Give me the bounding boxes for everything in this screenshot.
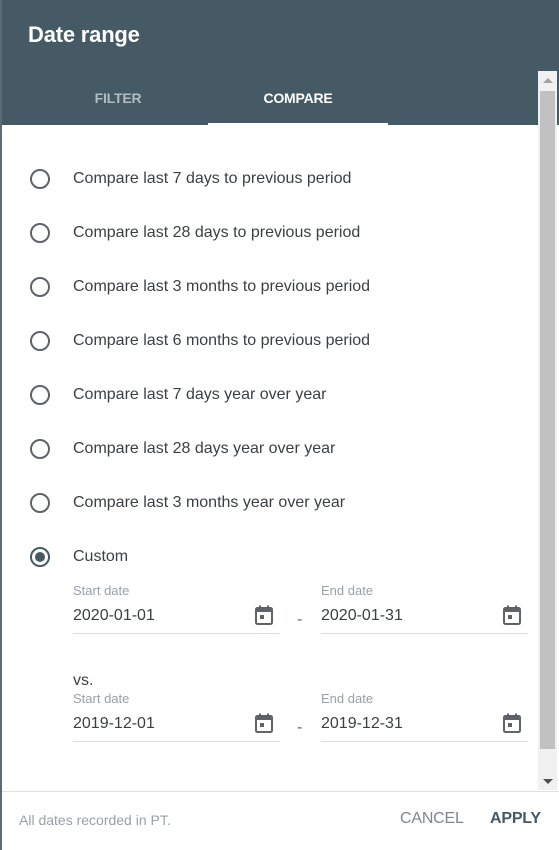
radio-button[interactable]: [30, 169, 50, 189]
option-label: Compare last 7 days year over year: [73, 386, 327, 403]
option-last-28-days-yoy[interactable]: Compare last 28 days year over year: [28, 434, 335, 464]
start-date-label: Start date: [73, 691, 130, 706]
compare-end-date-field[interactable]: End date 2019-12-31: [321, 691, 528, 747]
compare-start-date-field[interactable]: Start date 2019-12-01: [73, 691, 280, 747]
option-label: Compare last 28 days year over year: [73, 440, 336, 457]
radio-button[interactable]: [30, 277, 50, 297]
cancel-button[interactable]: CANCEL: [400, 810, 464, 828]
field-underline: [321, 633, 528, 634]
option-last-3-months-previous[interactable]: Compare last 3 months to previous period: [28, 272, 370, 302]
range-separator: -: [297, 611, 303, 628]
scroll-up-button[interactable]: [538, 71, 557, 89]
start-date-value[interactable]: 2020-01-01: [73, 607, 155, 625]
option-last-28-days-previous[interactable]: Compare last 28 days to previous period: [28, 218, 360, 248]
window-edge: [0, 0, 2, 850]
field-underline: [73, 633, 280, 634]
option-label: Compare last 7 days to previous period: [73, 170, 352, 187]
radio-button[interactable]: [30, 493, 50, 513]
option-label: Custom: [73, 548, 129, 565]
start-date-value[interactable]: 2019-12-01: [73, 715, 155, 733]
option-label: Compare last 3 months to previous period: [73, 278, 371, 295]
option-label: Compare last 28 days to previous period: [73, 224, 361, 241]
radio-button[interactable]: [30, 223, 50, 243]
scrollbar-thumb[interactable]: [540, 91, 555, 749]
dialog-title: Date range: [28, 22, 140, 47]
end-date-value[interactable]: 2020-01-31: [321, 607, 403, 625]
scrollbar[interactable]: [538, 71, 557, 790]
apply-button[interactable]: APPLY: [490, 810, 541, 828]
calendar-icon[interactable]: [503, 605, 521, 625]
calendar-icon[interactable]: [503, 713, 521, 733]
end-date-label: End date: [321, 691, 374, 706]
start-date-field[interactable]: Start date 2020-01-01: [73, 583, 280, 639]
timezone-note: All dates recorded in PT.: [19, 812, 171, 828]
option-label: Compare last 3 months year over year: [73, 494, 346, 511]
radio-button-selected[interactable]: [30, 547, 50, 567]
calendar-icon[interactable]: [255, 713, 273, 733]
option-last-3-months-yoy[interactable]: Compare last 3 months year over year: [28, 488, 345, 518]
radio-button[interactable]: [30, 385, 50, 405]
option-label: Compare last 6 months to previous period: [73, 332, 371, 349]
end-date-field[interactable]: End date 2020-01-31: [321, 583, 528, 639]
calendar-icon[interactable]: [255, 605, 273, 625]
field-underline: [73, 741, 280, 742]
arrow-down-icon: [542, 778, 553, 784]
option-last-7-days-previous[interactable]: Compare last 7 days to previous period: [28, 164, 351, 194]
arrow-up-icon: [542, 77, 553, 83]
range-separator: -: [297, 719, 303, 736]
tab-compare[interactable]: COMPARE: [208, 78, 388, 125]
radio-button[interactable]: [30, 331, 50, 351]
end-date-value[interactable]: 2019-12-31: [321, 715, 403, 733]
field-underline: [321, 741, 528, 742]
option-last-6-months-previous[interactable]: Compare last 6 months to previous period: [28, 326, 370, 356]
active-tab-indicator: [208, 123, 388, 125]
footer-divider: [0, 791, 559, 792]
option-custom[interactable]: Custom: [28, 542, 128, 572]
option-last-7-days-yoy[interactable]: Compare last 7 days year over year: [28, 380, 326, 410]
tab-filter[interactable]: FILTER: [28, 78, 208, 125]
end-date-label: End date: [321, 583, 374, 598]
radio-button[interactable]: [30, 439, 50, 459]
vs-label: vs.: [73, 672, 94, 689]
scroll-down-button[interactable]: [538, 772, 557, 790]
dialog-header: Date range FILTER COMPARE: [0, 0, 559, 125]
start-date-label: Start date: [73, 583, 130, 598]
